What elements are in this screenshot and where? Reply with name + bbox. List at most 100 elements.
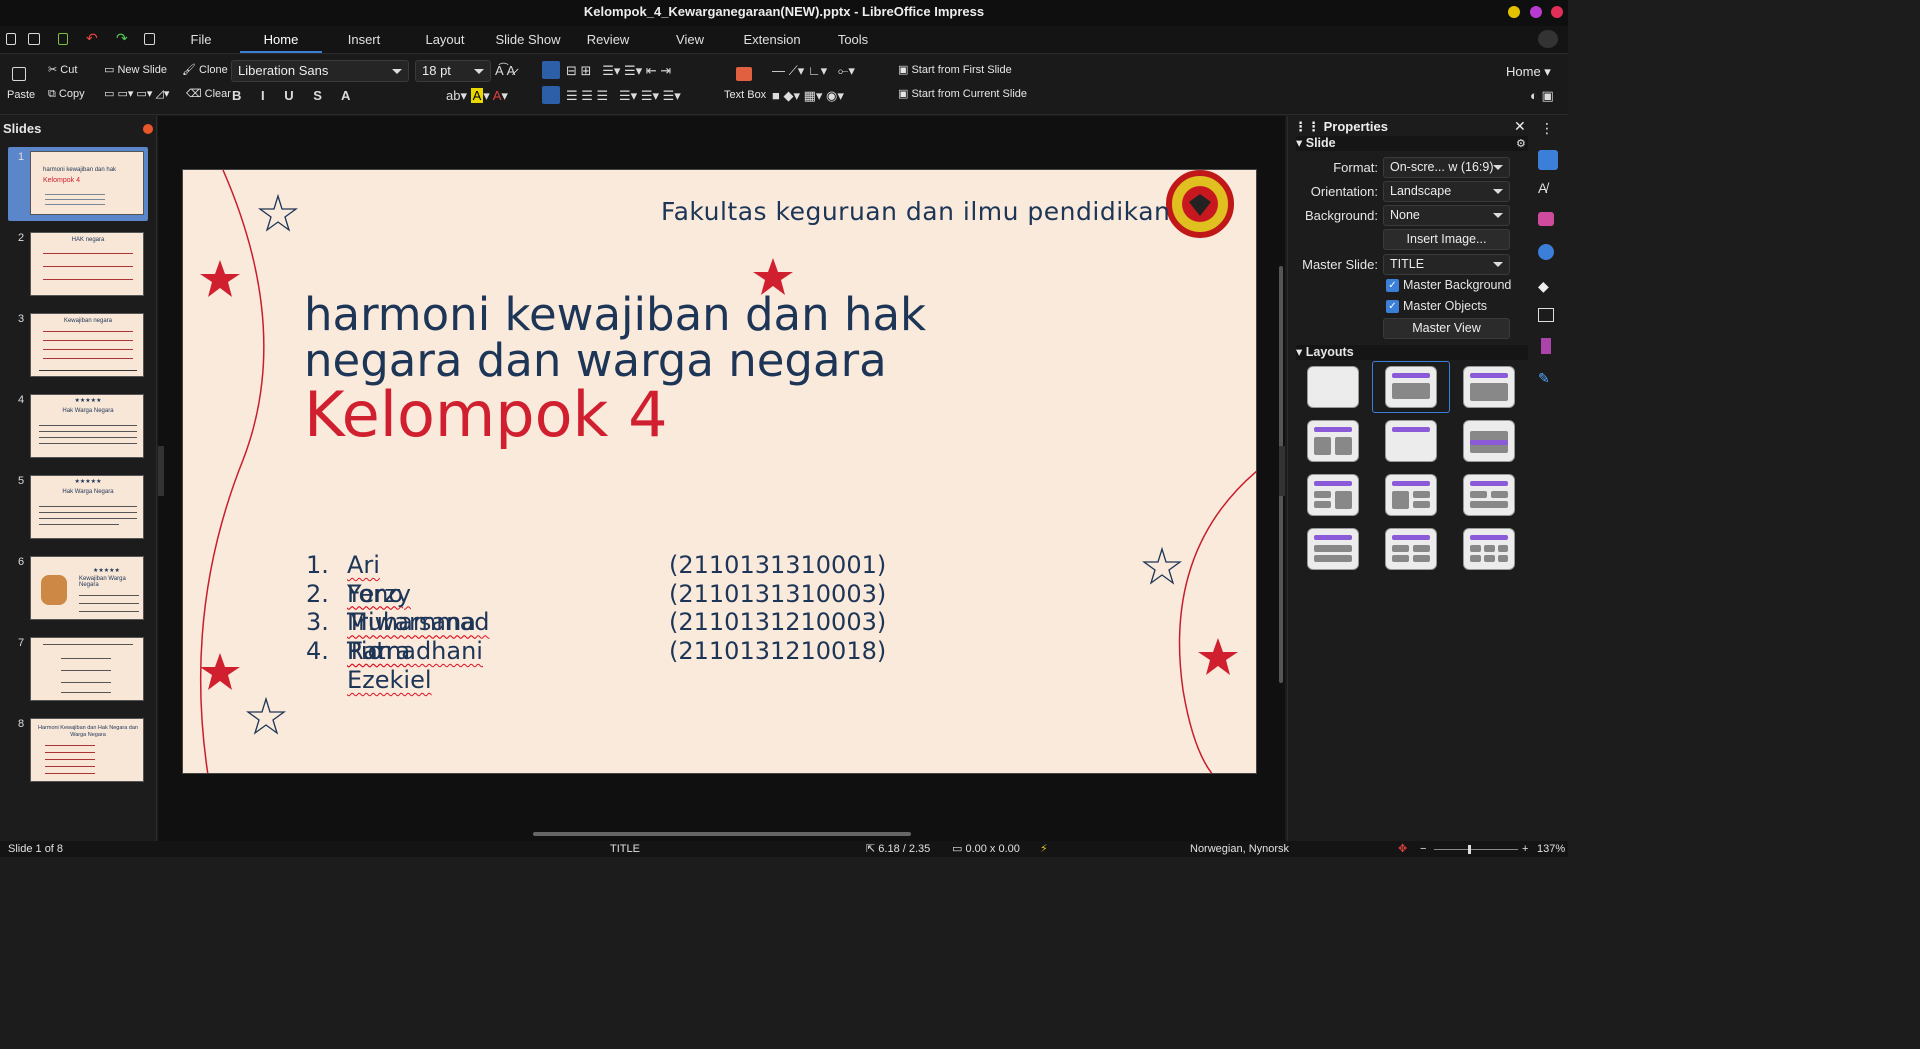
slide-section-header[interactable]: ▾ Slide xyxy=(1296,136,1528,151)
ui-mode-dropdown[interactable]: Home ▾ xyxy=(1506,64,1551,80)
layout-title-6-content[interactable] xyxy=(1463,528,1515,570)
close-window-button[interactable] xyxy=(1551,6,1563,18)
clear-button[interactable]: ⌫ Clear xyxy=(186,86,231,102)
language[interactable]: Norwegian, Nynorsk xyxy=(1190,841,1289,857)
properties-deck-icon[interactable] xyxy=(1538,150,1558,170)
align-top-button[interactable] xyxy=(542,61,560,79)
background-dropdown[interactable]: None xyxy=(1383,205,1510,226)
maximize-button[interactable] xyxy=(1530,6,1542,18)
layout-title-content-2-content[interactable] xyxy=(1385,474,1437,516)
slide-thumb-7[interactable] xyxy=(30,637,144,701)
menu-slide-show[interactable]: Slide Show xyxy=(492,26,564,53)
redo-icon[interactable]: ↷ xyxy=(116,30,128,47)
layout-title-2-content[interactable] xyxy=(1307,420,1359,462)
shape-tools-icons[interactable]: ■ ◆▾ ▦▾ ◉▾ xyxy=(772,89,844,103)
font-size-box[interactable]: 18 pt xyxy=(415,60,491,82)
master-view-button[interactable]: Master View xyxy=(1383,318,1510,339)
gallery-deck-icon[interactable] xyxy=(1538,212,1554,226)
print-icon[interactable] xyxy=(144,33,155,45)
text-box-button[interactable]: Text Box xyxy=(724,87,766,103)
menu-home[interactable]: Home xyxy=(240,26,322,53)
layouts-section-header[interactable]: ▾ Layouts xyxy=(1296,345,1528,360)
start-from-current-slide-button[interactable]: ▣ Start from Current Slide xyxy=(898,86,1027,102)
slide-tools-group[interactable]: ▭ ▭▾ ▭▾ ◿▾ xyxy=(104,86,169,102)
layout-title-4-content[interactable] xyxy=(1385,528,1437,570)
slide-thumb-8[interactable]: Harmoni Kewajiban dan Hak Negara dan War… xyxy=(30,718,144,782)
text-box-icon[interactable] xyxy=(736,67,752,81)
layout-title-content-over-content[interactable] xyxy=(1307,528,1359,570)
slide-thumb-4[interactable]: ★★★★★ Hak Warga Negara xyxy=(30,394,144,458)
master-slide-dropdown[interactable]: TITLE xyxy=(1383,254,1510,275)
clone-button[interactable]: 🖌 Clone xyxy=(182,62,228,78)
undo-icon[interactable]: ↶ xyxy=(86,30,98,47)
transition-deck-icon[interactable]: ✎ xyxy=(1538,370,1558,390)
section-settings-icon[interactable]: ⚙ xyxy=(1516,137,1526,150)
vertical-align-icons[interactable]: ⊟ ⊞ ☰▾ ☰▾ ⇤ ⇥ xyxy=(566,64,671,78)
close-sidebar-icon[interactable]: ✕ xyxy=(1514,118,1526,135)
start-from-first-slide-button[interactable]: ▣ Start from First Slide xyxy=(898,62,1012,78)
zoom-slider-handle[interactable] xyxy=(1468,845,1471,854)
menu-file[interactable]: File xyxy=(180,26,222,53)
menu-insert[interactable]: Insert xyxy=(338,26,390,53)
zoom-slider[interactable] xyxy=(1434,849,1518,850)
navigator-deck-icon[interactable] xyxy=(1538,244,1554,260)
cut-button[interactable]: ✂ Cut xyxy=(48,62,77,78)
fit-slide-icon[interactable]: ✥ xyxy=(1398,841,1407,857)
paste-icon[interactable] xyxy=(12,67,26,81)
orientation-dropdown[interactable]: Landscape xyxy=(1383,181,1510,202)
slide-thumb-1[interactable]: harmoni kewajiban dan hak Kelompok 4 xyxy=(30,151,144,215)
zoom-level[interactable]: 137% xyxy=(1537,841,1565,857)
slide-thumb-6[interactable]: ★★★★★ Kewajiban Warga Negara xyxy=(30,556,144,620)
slide-title[interactable]: harmoni kewajiban dan hak negara dan war… xyxy=(304,292,926,384)
horizontal-scrollbar[interactable] xyxy=(533,832,911,836)
menu-review[interactable]: Review xyxy=(580,26,636,53)
chevron-down-icon xyxy=(1493,189,1503,194)
font-name-box[interactable]: Liberation Sans xyxy=(231,60,409,82)
grow-shrink-font-icons[interactable]: A͡ A̷ xyxy=(495,64,515,78)
menu-layout[interactable]: Layout xyxy=(416,26,474,53)
new-slide-button[interactable]: ▭ New Slide xyxy=(104,62,167,78)
right-pane-handle[interactable] xyxy=(1279,446,1285,496)
menu-view[interactable]: View xyxy=(668,26,712,53)
minimize-button[interactable] xyxy=(1508,6,1520,18)
sidebar-menu-icon[interactable]: ⋮ xyxy=(1540,120,1554,137)
paste-button[interactable]: Paste xyxy=(7,87,35,103)
layout-centered-text[interactable] xyxy=(1463,420,1515,462)
styles-deck-icon[interactable]: A̸ xyxy=(1538,180,1558,200)
layout-title-only[interactable] xyxy=(1385,420,1437,462)
layout-title-content[interactable] xyxy=(1463,366,1515,408)
zoom-out-button[interactable]: − xyxy=(1420,841,1426,857)
menu-tools[interactable]: Tools xyxy=(828,26,878,53)
slide-subtitle[interactable]: Kelompok 4 xyxy=(304,380,668,450)
shapes-deck-icon[interactable]: ◆ xyxy=(1538,278,1558,298)
layout-blank[interactable] xyxy=(1307,366,1359,408)
left-pane-handle[interactable] xyxy=(158,446,164,496)
menu-extension[interactable]: Extension xyxy=(736,26,808,53)
text-format-icons[interactable]: B I U S A xyxy=(232,89,358,103)
open-icon[interactable] xyxy=(28,33,40,45)
layout-title-2-content-over[interactable] xyxy=(1463,474,1515,516)
char-color-icons[interactable]: ab▾ A ▾ A▾ xyxy=(446,88,508,103)
close-pane-icon[interactable] xyxy=(143,124,153,134)
insert-image-button[interactable]: Insert Image... xyxy=(1383,229,1510,250)
paragraph-align-icons[interactable]: ☰ ☰ ☰ ☰▾ ☰▾ ☰▾ xyxy=(566,89,681,103)
master-objects-checkbox[interactable]: ✓ xyxy=(1386,300,1399,313)
new-doc-icon[interactable] xyxy=(6,33,16,45)
menu-hamburger-icon[interactable] xyxy=(1538,30,1558,48)
slide-thumb-2[interactable]: HAK negara xyxy=(30,232,144,296)
zoom-in-button[interactable]: + xyxy=(1522,841,1528,857)
master-slides-deck-icon[interactable] xyxy=(1538,308,1554,322)
sidebar-toggle-icons[interactable]: ◐ ▣ xyxy=(1530,89,1554,103)
slide-canvas[interactable]: Fakultas keguruan dan ilmu pendidikan ha… xyxy=(182,169,1257,774)
line-tools-icons[interactable]: — ⟋▾ ∟▾ ⟜▾ xyxy=(772,64,855,78)
layout-title-2-content-content[interactable] xyxy=(1307,474,1359,516)
animation-deck-icon[interactable] xyxy=(1541,338,1551,354)
save-icon[interactable] xyxy=(58,33,68,45)
layout-title-slide[interactable] xyxy=(1385,366,1437,408)
slide-thumb-5[interactable]: ★★★★★ Hak Warga Negara xyxy=(30,475,144,539)
format-dropdown[interactable]: On-scre... w (16:9) xyxy=(1383,157,1510,178)
copy-button[interactable]: ⧉ Copy xyxy=(48,86,85,102)
align-left-button[interactable] xyxy=(542,86,560,104)
slide-thumb-3[interactable]: Kewajiban negara xyxy=(30,313,144,377)
master-background-checkbox[interactable]: ✓ xyxy=(1386,279,1399,292)
